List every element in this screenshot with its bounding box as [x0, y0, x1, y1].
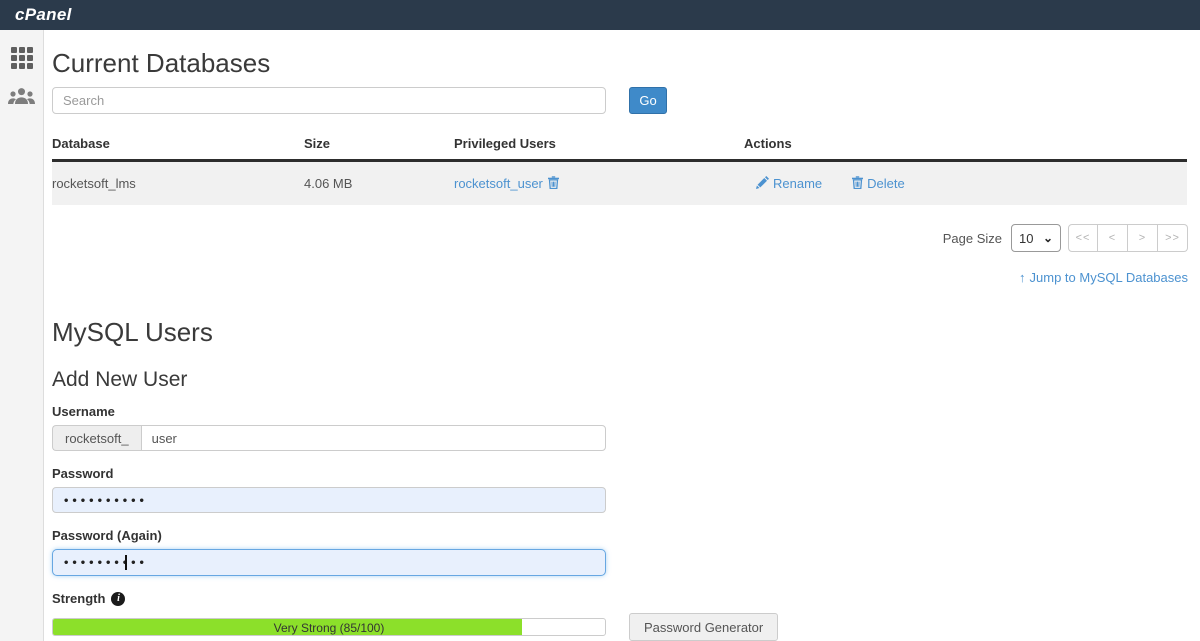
strength-label-row: Strength i	[52, 591, 1188, 606]
password-label: Password	[52, 466, 1188, 481]
password-input[interactable]	[52, 487, 606, 513]
column-header-privileged-users: Privileged Users	[454, 130, 744, 159]
current-databases-title: Current Databases	[52, 48, 1188, 79]
cpanel-logo: cPanel	[15, 5, 72, 25]
jump-link-label: Jump to MySQL Databases	[1030, 270, 1188, 285]
search-input[interactable]	[52, 87, 606, 114]
database-name-cell: rocketsoft_lms	[52, 176, 304, 191]
trash-icon	[852, 176, 863, 192]
apps-grid-icon[interactable]	[11, 47, 33, 69]
prev-page-button[interactable]: <	[1098, 224, 1128, 252]
page-size-label: Page Size	[943, 231, 1002, 246]
sidebar	[0, 30, 44, 641]
table-header-row: Database Size Privileged Users Actions	[52, 130, 1187, 162]
password-again-input[interactable]	[52, 549, 606, 576]
table-row: rocketsoft_lms 4.06 MB rocketsoft_user R…	[52, 162, 1187, 205]
column-header-actions: Actions	[744, 130, 1187, 159]
column-header-size: Size	[304, 130, 454, 159]
add-new-user-title: Add New User	[52, 368, 1188, 392]
cpanel-page: cPanel	[0, 0, 1200, 641]
user-manager-icon[interactable]	[8, 87, 35, 105]
delete-link[interactable]: Delete	[852, 176, 905, 192]
password-again-label: Password (Again)	[52, 528, 1188, 543]
trash-icon[interactable]	[548, 176, 559, 192]
pencil-icon	[756, 176, 769, 192]
username-prefix-addon: rocketsoft_	[52, 425, 141, 451]
column-header-database: Database	[52, 130, 304, 159]
privileged-user-link[interactable]: rocketsoft_user	[454, 176, 559, 192]
mysql-users-title: MySQL Users	[52, 317, 1188, 348]
username-input[interactable]	[141, 425, 606, 451]
username-label: Username	[52, 404, 1188, 419]
rename-link[interactable]: Rename	[756, 176, 822, 192]
first-page-button[interactable]: <<	[1068, 224, 1098, 252]
privileged-user-name: rocketsoft_user	[454, 176, 543, 191]
page-size-select[interactable]: 10 ⌄	[1011, 224, 1061, 252]
strength-text: Very Strong (85/100)	[53, 619, 605, 636]
strength-row: Very Strong (85/100) Password Generator	[52, 613, 1188, 641]
pager-group: << < > >>	[1068, 224, 1188, 252]
jump-to-mysql-databases-link[interactable]: ↑ Jump to MySQL Databases	[1019, 270, 1188, 285]
last-page-button[interactable]: >>	[1158, 224, 1188, 252]
arrow-up-icon: ↑	[1019, 270, 1026, 285]
password-field-wrap	[52, 487, 606, 513]
strength-label: Strength	[52, 591, 105, 606]
jump-row: ↑ Jump to MySQL Databases	[52, 269, 1188, 287]
text-cursor	[125, 555, 127, 570]
databases-table: Database Size Privileged Users Actions r…	[52, 130, 1187, 205]
actions-cell: Rename Delete	[744, 176, 1187, 192]
password-generator-button[interactable]: Password Generator	[629, 613, 778, 641]
strength-bar: Very Strong (85/100)	[52, 618, 606, 636]
database-size-cell: 4.06 MB	[304, 176, 454, 191]
info-icon[interactable]: i	[111, 592, 125, 606]
chevron-down-icon: ⌄	[1043, 233, 1053, 243]
go-button[interactable]: Go	[629, 87, 667, 114]
main-content: Current Databases Go Database Size Privi…	[44, 30, 1200, 641]
password-again-field-wrap	[52, 549, 606, 576]
username-input-group: rocketsoft_	[52, 425, 606, 451]
privileged-users-cell: rocketsoft_user	[454, 176, 744, 192]
next-page-button[interactable]: >	[1128, 224, 1158, 252]
search-row: Go	[52, 87, 1188, 114]
rename-label: Rename	[773, 176, 822, 191]
top-bar: cPanel	[0, 0, 1200, 30]
pagination: Page Size 10 ⌄ << < > >>	[52, 224, 1188, 252]
delete-label: Delete	[867, 176, 905, 191]
page-size-value: 10	[1019, 231, 1033, 246]
